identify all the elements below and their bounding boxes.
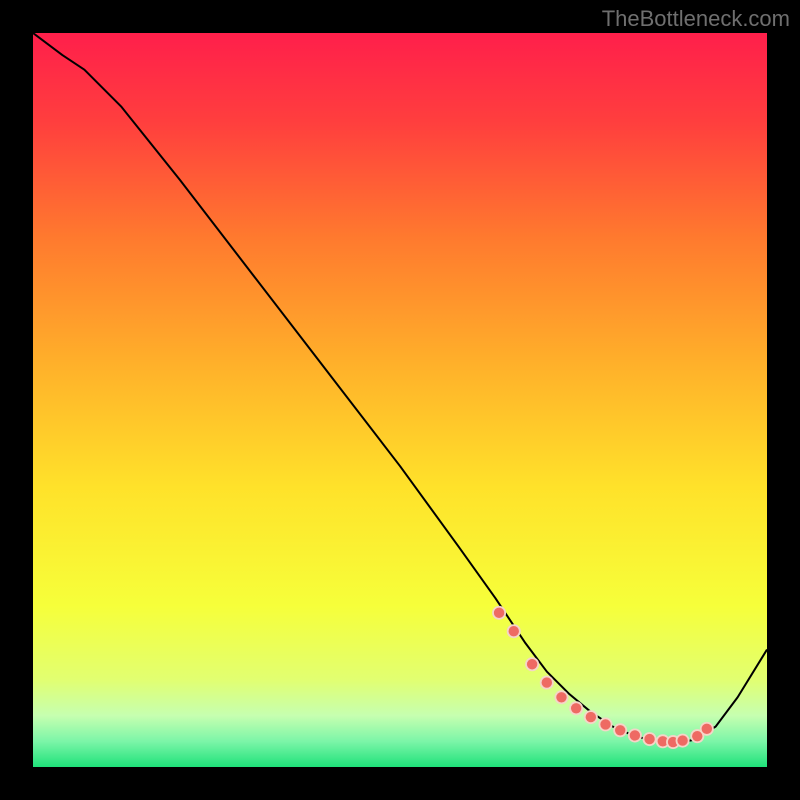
- marker-dot: [509, 626, 519, 636]
- attribution-label: TheBottleneck.com: [602, 6, 790, 32]
- chart-frame: TheBottleneck.com: [0, 0, 800, 800]
- marker-dot: [527, 659, 537, 669]
- marker-dot: [542, 677, 552, 687]
- marker-dot: [494, 608, 504, 618]
- marker-dot: [677, 735, 687, 745]
- marker-dot: [586, 712, 596, 722]
- marker-dot: [702, 724, 712, 734]
- curve-line: [33, 33, 767, 743]
- marker-dot: [615, 725, 625, 735]
- plot-area: [33, 33, 767, 767]
- marker-dot: [644, 734, 654, 744]
- marker-dot: [630, 730, 640, 740]
- marker-dot: [600, 719, 610, 729]
- chart-svg: [33, 33, 767, 767]
- marker-dot: [571, 703, 581, 713]
- marker-dot: [556, 692, 566, 702]
